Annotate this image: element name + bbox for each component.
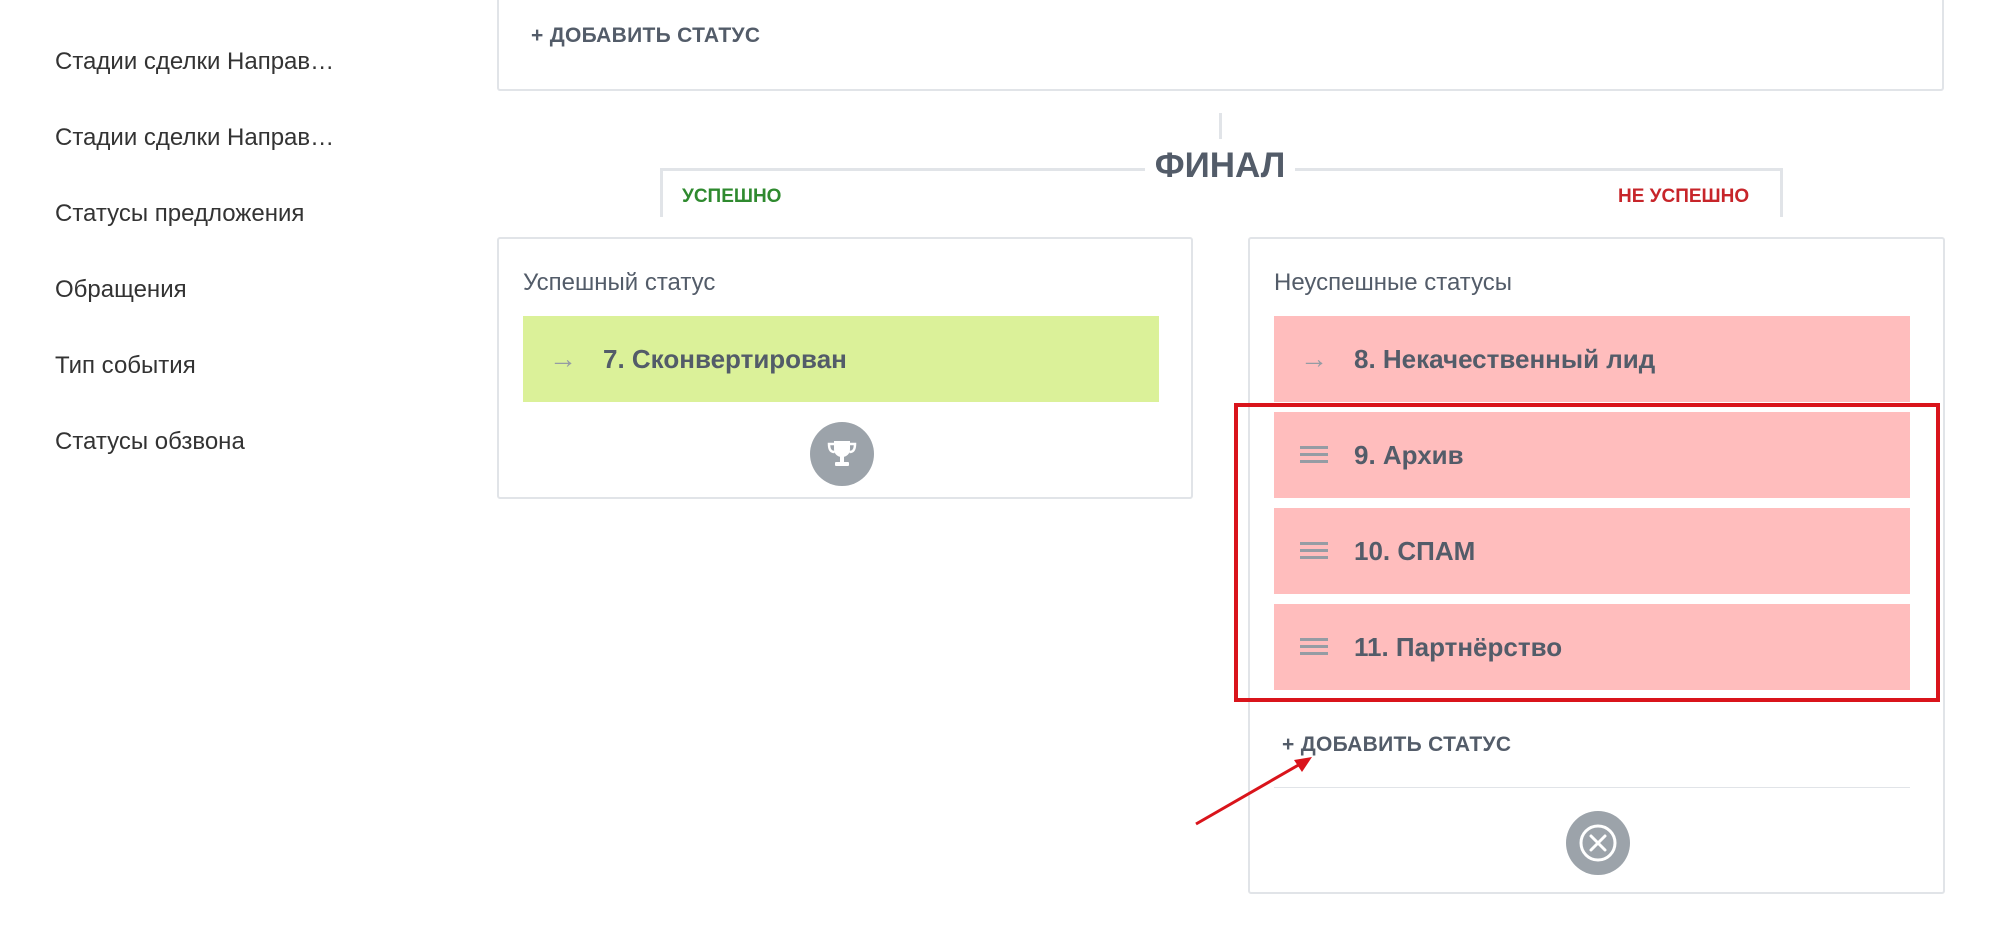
arrow-right-icon: → xyxy=(549,343,577,374)
final-bracket-left-leg xyxy=(660,168,663,217)
success-label: УСПЕШНО xyxy=(682,186,782,207)
status-row-archive[interactable]: 9. Архив xyxy=(1274,412,1910,498)
sidebar-item-deal-stages-2[interactable]: Стадии сделки Направ… xyxy=(55,124,334,152)
status-label: 11. Партнёрство xyxy=(1354,631,1563,662)
in-progress-statuses-card: + ДОБАВИТЬ СТАТУС xyxy=(497,0,1944,91)
status-label: 9. Архив xyxy=(1354,439,1464,470)
drag-handle-icon[interactable] xyxy=(1274,542,1354,560)
status-row-bad-lead[interactable]: → 8. Некачественный лид xyxy=(1274,316,1910,402)
status-row-partnership[interactable]: 11. Партнёрство xyxy=(1274,604,1910,690)
status-row-spam[interactable]: 10. СПАМ xyxy=(1274,508,1910,594)
sidebar-item-offer-statuses[interactable]: Статусы предложения xyxy=(55,200,304,228)
sidebar: Стадии сделки Направ… Стадии сделки Напр… xyxy=(0,0,480,937)
drag-handle-icon[interactable] xyxy=(1274,446,1354,464)
fail-status-card: Неуспешные статусы → 8. Некачественный л… xyxy=(1248,237,1945,894)
success-status-card: Успешный статус → 7. Сконвертирован xyxy=(497,237,1193,499)
drag-handle-icon[interactable] xyxy=(1274,638,1354,656)
arrow-right-icon: → xyxy=(1300,343,1328,374)
status-label: 7. Сконвертирован xyxy=(603,343,847,374)
close-circle-icon xyxy=(1566,811,1630,875)
sidebar-item-requests[interactable]: Обращения xyxy=(55,276,187,304)
final-bracket-top-right xyxy=(1280,168,1783,171)
divider xyxy=(1274,787,1910,788)
sidebar-item-event-type[interactable]: Тип события xyxy=(55,352,196,380)
fail-card-title: Неуспешные статусы xyxy=(1274,269,1513,296)
sidebar-item-deal-stages-1[interactable]: Стадии сделки Направ… xyxy=(55,48,334,76)
status-row-converted[interactable]: → 7. Сконвертирован xyxy=(523,316,1159,402)
status-label: 10. СПАМ xyxy=(1354,535,1476,566)
final-bracket-right-leg xyxy=(1780,168,1783,217)
success-card-title: Успешный статус xyxy=(523,269,716,296)
sidebar-item-call-statuses[interactable]: Статусы обзвона xyxy=(55,428,245,456)
final-bracket-top-left xyxy=(660,168,1160,171)
add-fail-status-button[interactable]: + ДОБАВИТЬ СТАТУС xyxy=(1282,733,1511,757)
final-title: ФИНАЛ xyxy=(1145,146,1295,186)
trophy-icon xyxy=(810,422,874,486)
status-label: 8. Некачественный лид xyxy=(1354,343,1656,374)
fail-label: НЕ УСПЕШНО xyxy=(1618,186,1750,207)
final-connector-line xyxy=(1219,113,1222,139)
add-status-button[interactable]: + ДОБАВИТЬ СТАТУС xyxy=(531,24,760,48)
